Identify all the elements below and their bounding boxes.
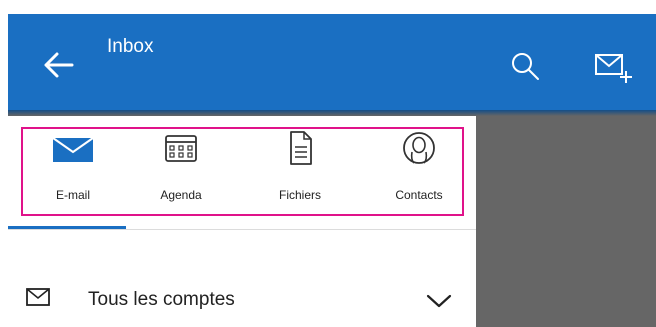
app-agenda-label: Agenda: [160, 188, 202, 202]
all-accounts-label: Tous les comptes: [88, 289, 235, 310]
app-contacts[interactable]: Contacts: [374, 128, 464, 206]
app-email-label: E-mail: [55, 188, 90, 202]
navigation-panel: E-mail Agenda Fichiers Contacts Tous les…: [8, 116, 476, 327]
app-email[interactable]: E-mail: [28, 128, 118, 206]
file-icon: [290, 131, 312, 165]
app-window: Inbox E-mail Agenda Fichiers Contacts To…: [8, 14, 656, 327]
app-contacts-label: Contacts: [395, 188, 443, 202]
calendar-icon: [165, 135, 197, 162]
envelope-icon: [52, 137, 94, 162]
app-files[interactable]: Fichiers: [255, 128, 345, 206]
all-accounts-row[interactable]: Tous les comptes: [8, 266, 476, 326]
search-icon[interactable]: [510, 51, 542, 83]
person-icon: [403, 132, 435, 164]
divider: [8, 229, 476, 230]
app-agenda[interactable]: Agenda: [136, 128, 226, 206]
chevron-down-icon[interactable]: [426, 293, 452, 309]
content-area: [476, 116, 656, 327]
new-mail-icon[interactable]: [593, 51, 633, 85]
app-files-label: Fichiers: [278, 188, 321, 202]
app-header: Inbox: [8, 14, 656, 110]
back-arrow-icon[interactable]: [42, 50, 76, 80]
page-title: Inbox: [107, 36, 154, 57]
envelope-outline-icon: [26, 288, 50, 306]
